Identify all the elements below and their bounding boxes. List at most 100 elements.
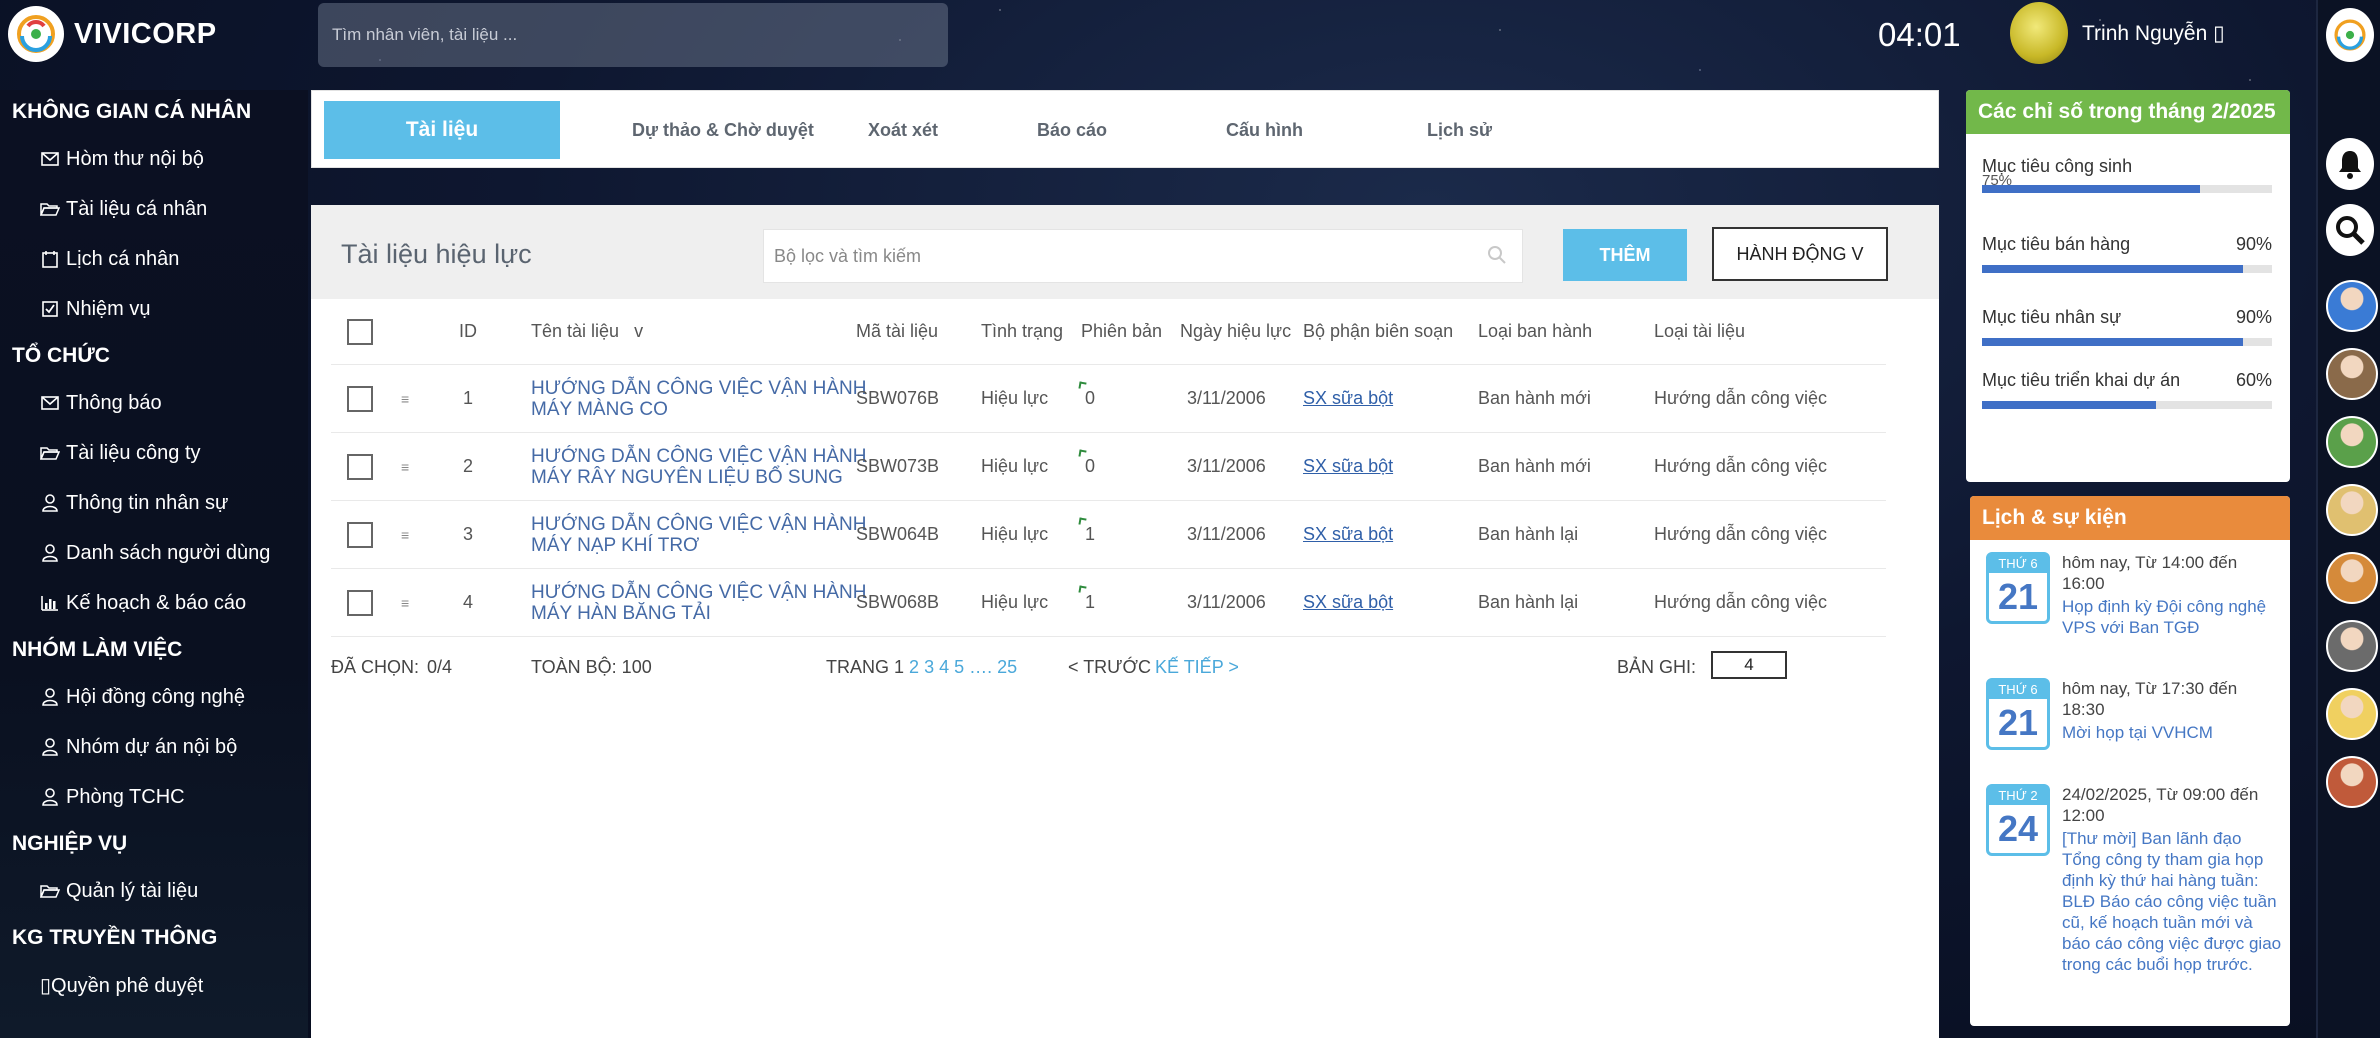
sidebar-item[interactable]: Nhiệm vụ <box>0 284 308 334</box>
sidebar-item[interactable]: Thông tin nhân sự <box>0 478 308 528</box>
records-per-page-input[interactable] <box>1711 651 1787 679</box>
contact-avatar[interactable] <box>2326 688 2378 740</box>
filter-search-input[interactable] <box>764 230 1464 282</box>
event-title[interactable]: Họp định kỳ Đội công nghệ VPS với Ban TG… <box>2062 596 2282 638</box>
sidebar-item[interactable]: Kế hoạch & báo cáo <box>0 578 308 628</box>
tab-drafts[interactable]: Dự thảo & Chờ duyệt <box>632 101 814 159</box>
document-name-link[interactable]: HƯỚNG DẪN CÔNG VIỆC VẬN HÀNH MÁY MÀNG CO <box>531 378 867 420</box>
sidebar-item[interactable]: Quản lý tài liệu <box>0 866 308 916</box>
page-link[interactable]: 4 <box>939 657 949 677</box>
contact-avatar[interactable] <box>2326 348 2378 400</box>
document-name-line: HƯỚNG DẪN CÔNG VIỆC VẬN HÀNH <box>531 581 867 603</box>
event-title[interactable]: Mời họp tại VVHCM <box>2062 722 2282 743</box>
department-link[interactable]: SX sữa bột <box>1303 456 1393 477</box>
sidebar-item-label: Lịch cá nhân <box>66 247 180 270</box>
event-item[interactable]: THỨ 2 24 24/02/2025, Từ 09:00 đến 12:00 [T… <box>1986 784 2282 975</box>
issue-type: Ban hành mới <box>1478 456 1591 476</box>
sidebar-section-title: NHÓM LÀM VIỆC <box>12 638 183 661</box>
drag-handle-icon[interactable]: ≡ <box>401 527 409 543</box>
document-name-link[interactable]: HƯỚNG DẪN CÔNG VIỆC VẬN HÀNH MÁY RÂY NGUY… <box>531 446 867 488</box>
search-icon[interactable] <box>1486 244 1508 271</box>
col-issue-type: Loại ban hành <box>1478 321 1593 341</box>
tab-reports[interactable]: Báo cáo <box>1037 101 1107 159</box>
avatar[interactable] <box>2010 2 2068 64</box>
department-link[interactable]: SX sữa bột <box>1303 388 1393 409</box>
col-id: ID <box>459 321 477 341</box>
tab-config[interactable]: Cấu hình <box>1226 101 1303 159</box>
sidebar-item[interactable]: ▯Quyền phê duyệt <box>0 960 308 1010</box>
effective-date: 3/11/2006 <box>1187 456 1266 476</box>
sidebar-item[interactable]: Hòm thư nội bộ <box>0 134 308 184</box>
user-menu[interactable]: Trinh Nguyễn ▯ <box>2010 2 2225 64</box>
document-name-line: HƯỚNG DẪN CÔNG VIỆC VẬN HÀNH <box>531 377 867 399</box>
row-checkbox[interactable] <box>347 385 373 412</box>
tab-documents[interactable]: Tài liệu <box>324 101 560 159</box>
event-item[interactable]: THỨ 6 21 hôm nay, Từ 17:30 đến 18:30 Mời h… <box>1986 678 2282 750</box>
row-checkbox[interactable] <box>347 521 373 548</box>
tab-history[interactable]: Lịch sử <box>1427 101 1492 159</box>
contact-avatar[interactable] <box>2326 620 2378 672</box>
select-all-checkbox[interactable] <box>347 318 373 345</box>
search-icon[interactable] <box>2326 204 2374 256</box>
user-name[interactable]: Trinh Nguyễn ▯ <box>2082 21 2225 46</box>
row-id: 2 <box>463 456 474 476</box>
table-row[interactable]: ≡ 2 HƯỚNG DẪN CÔNG VIỆC VẬN HÀNH MÁY RÂY … <box>331 433 1886 501</box>
sidebar-item-label: Kế hoạch & báo cáo <box>66 591 247 614</box>
prev-page-button[interactable]: < TRƯỚC <box>1068 657 1151 678</box>
table-row[interactable]: ≡ 3 HƯỚNG DẪN CÔNG VIỆC VẬN HÀNH MÁY NẠP … <box>331 501 1886 569</box>
row-checkbox[interactable] <box>347 453 373 480</box>
sidebar-item[interactable]: Nhóm dự án nội bộ <box>0 722 308 772</box>
sidebar-item[interactable]: Thông báo <box>0 378 308 428</box>
contact-avatar[interactable] <box>2326 756 2378 808</box>
actions-button[interactable]: HÀNH ĐỘNG V <box>1712 227 1888 281</box>
table-row[interactable]: ≡ 4 HƯỚNG DẪN CÔNG VIỆC VẬN HÀNH MÁY HÀN … <box>331 569 1886 637</box>
add-button[interactable]: THÊM <box>1563 229 1687 281</box>
global-search-input[interactable] <box>318 3 948 67</box>
document-status: Hiệu lực <box>981 592 1049 612</box>
sidebar-item[interactable]: Tài liệu cá nhân <box>0 184 308 234</box>
sort-icon[interactable]: v <box>634 321 643 342</box>
page-link[interactable]: …. 25 <box>969 657 1017 677</box>
row-checkbox[interactable] <box>347 589 373 616</box>
sidebar-item-label: Tài liệu cá nhân <box>66 197 208 220</box>
col-version: Phiên bản <box>1081 321 1163 341</box>
bell-icon[interactable] <box>2326 138 2374 190</box>
sidebar-item[interactable]: Phòng TCHC <box>0 772 308 822</box>
page-link[interactable]: 3 <box>924 657 934 677</box>
drag-handle-icon[interactable]: ≡ <box>401 459 409 475</box>
next-page-button[interactable]: KẾ TIẾP > <box>1155 657 1239 678</box>
drag-handle-icon[interactable]: ≡ <box>401 595 409 611</box>
app-logo[interactable]: VIVICORP <box>8 6 217 62</box>
page-link[interactable]: 5 <box>954 657 964 677</box>
panel-header: Tài liệu hiệu lực THÊM HÀNH ĐỘNG V <box>311 205 1939 299</box>
sidebar-item[interactable]: Tài liệu công ty <box>0 428 308 478</box>
event-title[interactable]: [Thư mời] Ban lãnh đạo Tổng công ty tham… <box>2062 828 2282 975</box>
calendar-date-icon: THỨ 6 21 <box>1986 552 2050 624</box>
tab-review[interactable]: Xoát xét <box>868 101 938 159</box>
department-link[interactable]: SX sữa bột <box>1303 592 1393 613</box>
sidebar-item[interactable]: Hội đồng công nghệ <box>0 672 308 722</box>
stat-value: 90% <box>2235 307 2272 327</box>
document-name-link[interactable]: HƯỚNG DẪN CÔNG VIỆC VẬN HÀNH MÁY NẠP KHÍ … <box>531 514 867 556</box>
event-item[interactable]: THỨ 6 21 hôm nay, Từ 14:00 đến 16:00 Họp đ… <box>1986 552 2282 638</box>
contact-avatar[interactable] <box>2326 280 2378 332</box>
contact-avatar[interactable] <box>2326 484 2378 536</box>
table-row[interactable]: ≡ 1 HƯỚNG DẪN CÔNG VIỆC VẬN HÀNH MÁY MÀNG… <box>331 365 1886 433</box>
drag-handle-icon[interactable]: ≡ <box>401 391 409 407</box>
vivicorp-logo-icon <box>8 6 64 62</box>
document-name-line: MÁY RÂY NGUYÊN LIỆU BỔ SUNG <box>531 466 843 488</box>
contact-avatar[interactable] <box>2326 552 2378 604</box>
sidebar-item[interactable]: Danh sách người dùng <box>0 528 308 578</box>
document-name-line: HƯỚNG DẪN CÔNG VIỆC VẬN HÀNH <box>531 513 867 535</box>
document-type: Hướng dẫn công việc <box>1654 524 1827 544</box>
contact-avatar[interactable] <box>2326 416 2378 468</box>
stat-value: 90% <box>2235 234 2272 254</box>
document-name-link[interactable]: HƯỚNG DẪN CÔNG VIỆC VẬN HÀNH MÁY HÀN BĂNG… <box>531 582 867 624</box>
department-link[interactable]: SX sữa bột <box>1303 524 1393 545</box>
vivicorp-logo-icon[interactable] <box>2326 8 2374 62</box>
effective-date: 3/11/2006 <box>1187 524 1266 544</box>
col-name[interactable]: Tên tài liệu v <box>531 299 643 364</box>
col-dept: Bộ phận biên soạn <box>1303 321 1454 341</box>
page-link[interactable]: 2 <box>909 657 919 677</box>
sidebar-item[interactable]: Lịch cá nhân <box>0 234 308 284</box>
